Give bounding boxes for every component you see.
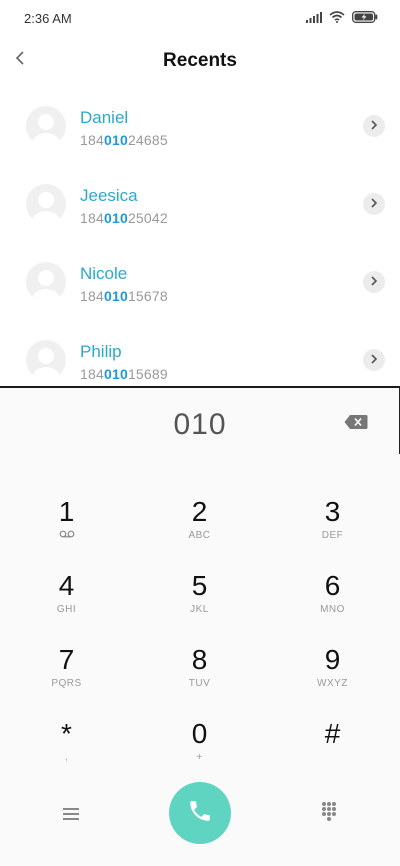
number-match-highlight: 010 <box>103 210 128 226</box>
chevron-right-icon <box>370 117 378 135</box>
contact-number: 18401015689 <box>80 366 168 382</box>
key-8[interactable]: 8 TUV <box>133 644 266 718</box>
status-icons <box>306 10 378 28</box>
number-match-highlight: 010 <box>103 366 128 382</box>
contact-details-button[interactable] <box>363 349 385 371</box>
key-4[interactable]: 4 GHI <box>0 570 133 644</box>
menu-icon <box>58 808 84 830</box>
backspace-button[interactable] <box>344 414 368 430</box>
call-button[interactable] <box>169 782 231 844</box>
header: Recents <box>0 40 400 84</box>
contact-number: 18401015678 <box>80 288 168 304</box>
dialpad-grid-icon <box>316 802 342 830</box>
contact-name: Jeesica <box>80 186 138 205</box>
status-bar: 2:36 AM <box>0 0 400 36</box>
key-3[interactable]: 3 DEF <box>266 496 399 570</box>
avatar-icon <box>26 262 66 302</box>
status-time: 2:36 AM <box>24 11 72 26</box>
key-letters: GHI <box>56 604 77 615</box>
key-letters: WXYZ <box>317 678 348 689</box>
key-letters: ABC <box>188 530 211 541</box>
key-5[interactable]: 5 JKL <box>133 570 266 644</box>
battery-charging-icon <box>352 10 378 28</box>
contact-name: Daniel <box>80 108 129 127</box>
contact-item-jeesica[interactable]: Jeesica 18401025042 <box>0 166 400 240</box>
signal-icon <box>306 10 322 28</box>
menu-button[interactable] <box>58 802 84 826</box>
key-letters <box>266 752 399 764</box>
contact-number: 18401024685 <box>80 132 168 148</box>
key-7[interactable]: 7 PQRS <box>0 644 133 718</box>
number-match-highlight: 010 <box>103 288 128 304</box>
key-6[interactable]: 6 MNO <box>266 570 399 644</box>
chevron-right-icon <box>370 195 378 213</box>
key-digit: # <box>324 718 341 749</box>
contact-item-daniel[interactable]: Daniel 18401024685 <box>0 88 400 162</box>
key-digit: 3 <box>324 496 341 527</box>
contact-name: Nicole <box>80 264 128 283</box>
key-digit: 1 <box>58 496 75 527</box>
backspace-icon <box>344 415 368 434</box>
contact-details-button[interactable] <box>363 193 385 215</box>
key-digit: 7 <box>58 644 75 675</box>
key-letters: JKL <box>190 604 209 615</box>
key-letters: TUV <box>188 678 211 689</box>
key-9[interactable]: 9 WXYZ <box>266 644 399 718</box>
page-title: Recents <box>163 50 237 71</box>
key-letters: PQRS <box>51 678 82 689</box>
bottom-bar <box>0 780 400 850</box>
key-digit: 0 <box>191 718 208 749</box>
key-2[interactable]: 2 ABC <box>133 496 266 570</box>
number-match-highlight: 010 <box>103 132 128 148</box>
chevron-right-icon <box>370 273 378 291</box>
contact-item-nicole[interactable]: Nicole 18401015678 <box>0 244 400 318</box>
key-letters: MNO <box>320 604 345 615</box>
wifi-icon <box>329 10 345 28</box>
key-digit: 4 <box>58 570 75 601</box>
avatar-icon <box>26 340 66 380</box>
contact-details-button[interactable] <box>363 115 385 137</box>
phone-icon <box>187 798 213 829</box>
chevron-right-icon <box>370 351 378 369</box>
key-letters: + <box>196 752 203 763</box>
key-letters: DEF <box>321 530 344 541</box>
key-digit: 6 <box>324 570 341 601</box>
key-digit: 2 <box>191 496 208 527</box>
contact-details-button[interactable] <box>363 271 385 293</box>
contact-item-philip[interactable]: Philip 18401015689 <box>0 322 400 386</box>
key-digit: * <box>61 718 72 749</box>
dialpad-toggle-button[interactable] <box>316 798 342 826</box>
contact-name: Philip <box>80 342 122 361</box>
dial-input[interactable]: 010 <box>0 408 400 442</box>
key-digit: 8 <box>191 644 208 675</box>
key-letters: , <box>64 752 69 763</box>
avatar-icon <box>26 106 66 146</box>
key-1[interactable]: 1 <box>0 496 133 570</box>
recents-list: Daniel 18401024685 Jeesica 18401025042 N… <box>0 88 400 386</box>
key-digit: 9 <box>324 644 341 675</box>
key-digit: 5 <box>191 570 208 601</box>
contact-number: 18401025042 <box>80 210 168 226</box>
voicemail-icon <box>0 530 133 542</box>
avatar-icon <box>26 184 66 224</box>
